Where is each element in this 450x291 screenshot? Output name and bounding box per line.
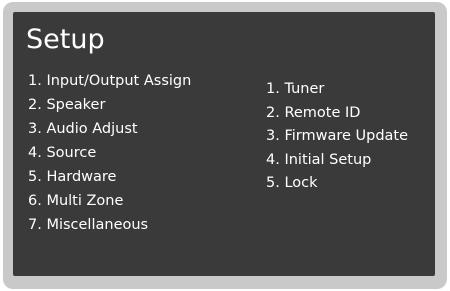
menu-item-hardware[interactable]: 5. Hardware	[28, 165, 191, 189]
screen-title: Setup	[26, 24, 105, 55]
menu-item-multi-zone[interactable]: 6. Multi Zone	[28, 189, 191, 213]
menu-item-firmware-update[interactable]: 3. Firmware Update	[266, 125, 408, 149]
menu-item-initial-setup[interactable]: 4. Initial Setup	[266, 149, 408, 173]
menu-item-source[interactable]: 4. Source	[28, 141, 191, 165]
device-bezel: Setup 1. Input/Output Assign 2. Speaker …	[3, 2, 447, 289]
menu-item-input-output-assign[interactable]: 1. Input/Output Assign	[28, 69, 191, 93]
menu-item-tuner[interactable]: 1. Tuner	[266, 78, 408, 102]
setup-menu-left: 1. Input/Output Assign 2. Speaker 3. Aud…	[28, 69, 191, 237]
menu-item-lock[interactable]: 5. Lock	[266, 172, 408, 196]
menu-item-miscellaneous[interactable]: 7. Miscellaneous	[28, 213, 191, 237]
menu-item-audio-adjust[interactable]: 3. Audio Adjust	[28, 117, 191, 141]
menu-item-remote-id[interactable]: 2. Remote ID	[266, 102, 408, 126]
setup-screen: Setup 1. Input/Output Assign 2. Speaker …	[13, 12, 435, 276]
setup-menu-right: 1. Tuner 2. Remote ID 3. Firmware Update…	[266, 78, 408, 196]
menu-item-speaker[interactable]: 2. Speaker	[28, 93, 191, 117]
